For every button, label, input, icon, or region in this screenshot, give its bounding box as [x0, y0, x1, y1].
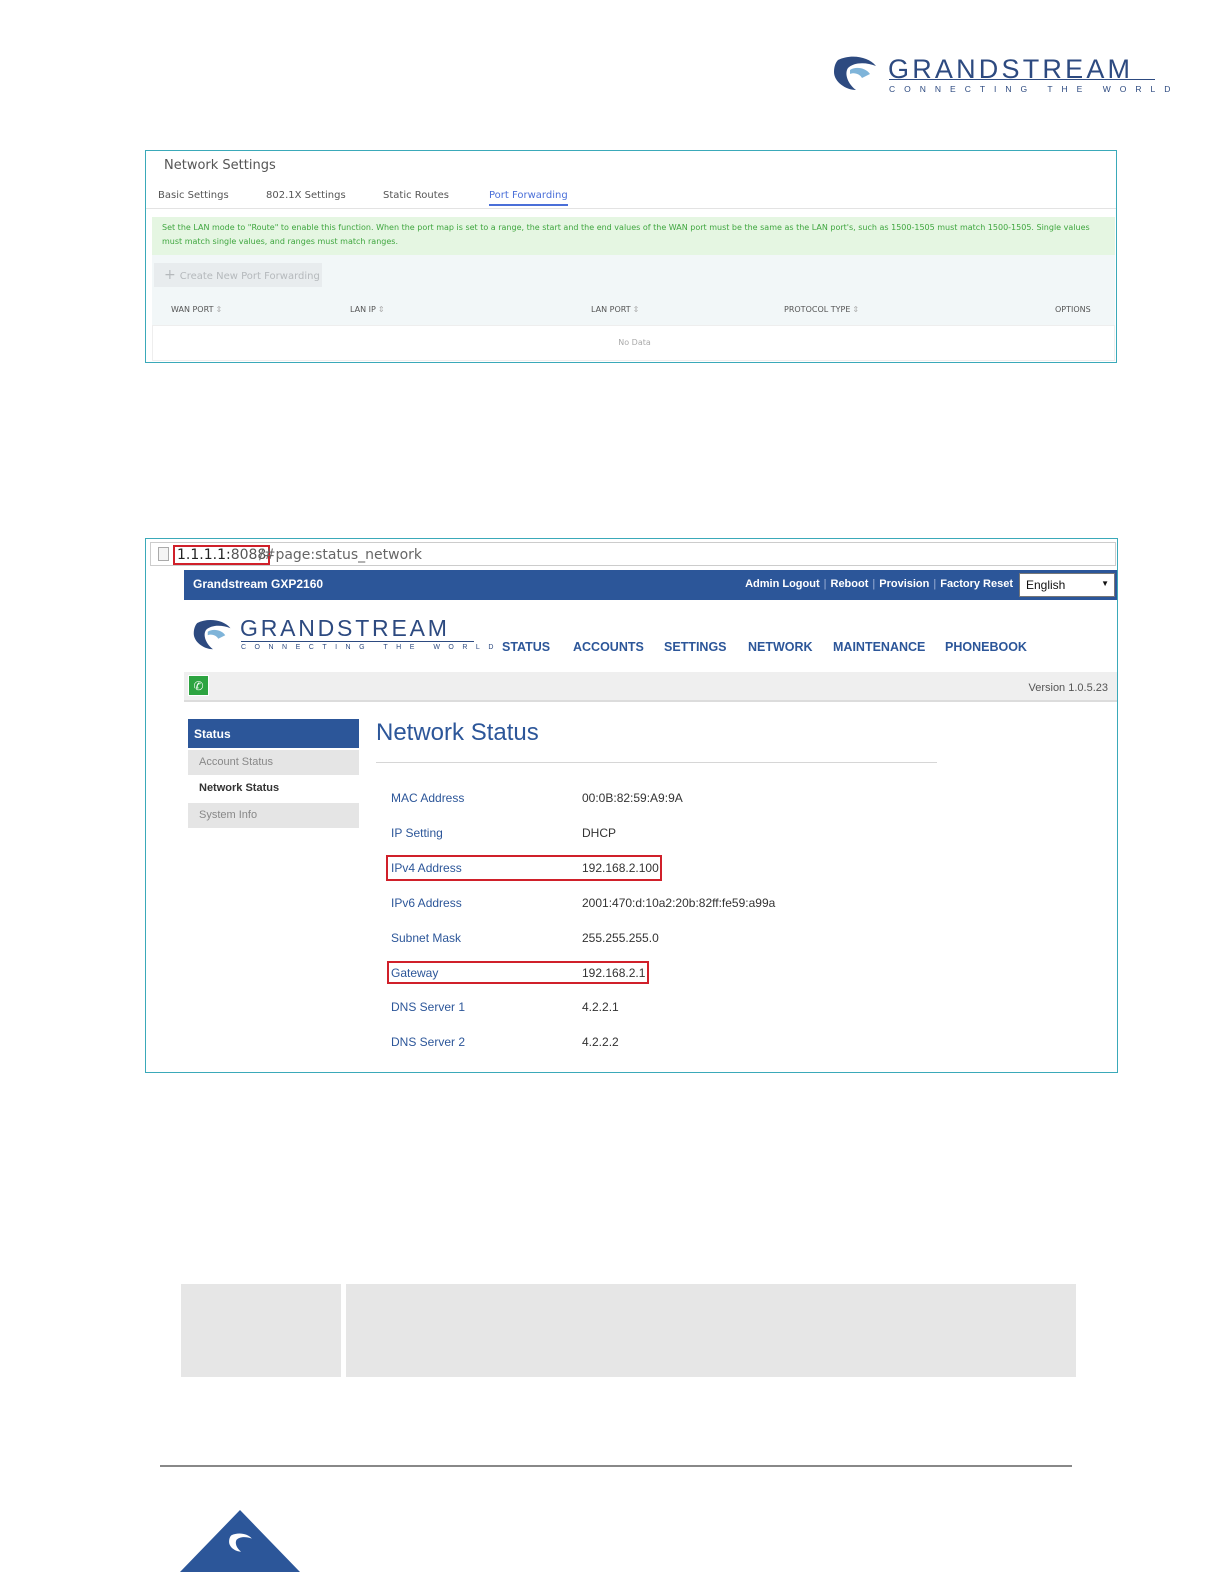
- column-header-wan-port[interactable]: WAN PORT ⇕: [171, 305, 222, 314]
- gxp-logo: GRANDSTREAM CONNECTING THE WORLD: [192, 615, 493, 661]
- sidebar-item-network-status[interactable]: Network Status: [188, 776, 359, 801]
- sort-icon[interactable]: ⇕: [633, 305, 640, 314]
- tab-port-forwarding[interactable]: Port Forwarding: [489, 190, 568, 206]
- label-ipv4-address: IPv4 Address: [391, 861, 462, 875]
- logo-wordmark: GRANDSTREAM: [888, 54, 1134, 84]
- title-divider: [376, 762, 937, 763]
- label-dns-server-1: DNS Server 1: [391, 1000, 466, 1014]
- value-subnet-mask: 255.255.255.0: [582, 931, 659, 945]
- label-subnet-mask: Subnet Mask: [391, 931, 462, 945]
- nav-maintenance[interactable]: MAINTENANCE: [833, 640, 925, 654]
- value-ip-setting: DHCP: [582, 826, 617, 840]
- reboot-link[interactable]: Reboot: [831, 578, 869, 590]
- device-model: Grandstream GXP2160: [193, 577, 324, 591]
- tab-basic-settings[interactable]: Basic Settings: [158, 190, 229, 201]
- sort-icon[interactable]: ⇕: [378, 305, 385, 314]
- network-settings-title: Network Settings: [164, 158, 276, 173]
- route-mode-notice: Set the LAN mode to "Route" to enable th…: [152, 217, 1115, 255]
- value-gateway: 192.168.2.1: [582, 966, 646, 980]
- language-select[interactable]: English ▼: [1019, 573, 1115, 597]
- address-host-highlight: 1.1.1.1:8088: [173, 545, 271, 565]
- column-label: LAN PORT: [591, 305, 631, 314]
- plus-icon: +: [164, 267, 176, 283]
- logo-underline: [241, 641, 474, 642]
- nav-accounts[interactable]: ACCOUNTS: [573, 640, 644, 654]
- logo-tagline: CONNECTING THE WORLD: [889, 84, 1180, 94]
- column-header-options: OPTIONS: [1055, 305, 1091, 314]
- address-hash: /#page:status_network: [259, 547, 423, 563]
- admin-logout-link[interactable]: Admin Logout: [745, 578, 820, 590]
- create-button-label: Create New Port Forwarding: [179, 271, 320, 282]
- value-ipv4-address: 192.168.2.100: [582, 861, 659, 875]
- no-data-text: No Data: [618, 338, 651, 347]
- value-dns-server-1: 4.2.2.1: [582, 1000, 619, 1014]
- sidebar-item-account-status[interactable]: Account Status: [188, 750, 359, 775]
- nav-network[interactable]: NETWORK: [748, 640, 813, 654]
- table-cell-right: [346, 1284, 1076, 1377]
- network-status-screenshot: 1.1.1.1:8088 /#page:status_network Grand…: [145, 538, 1118, 1073]
- page-icon: [158, 547, 169, 561]
- logo-tagline: CONNECTING THE WORLD: [241, 644, 502, 651]
- column-label: LAN IP: [350, 305, 376, 314]
- logo-underline: [889, 79, 1155, 80]
- sort-icon[interactable]: ⇕: [215, 305, 222, 314]
- tab-8021x-settings[interactable]: 802.1X Settings: [266, 190, 346, 201]
- port-forwarding-panel: + Create New Port Forwarding WAN PORT ⇕ LA…: [152, 255, 1115, 361]
- phone-icon: ✆: [188, 675, 209, 696]
- value-dns-server-2: 4.2.2.2: [582, 1035, 619, 1049]
- label-ip-setting: IP Setting: [391, 826, 443, 840]
- nav-status[interactable]: STATUS: [502, 640, 550, 654]
- label-gateway: Gateway: [391, 966, 439, 980]
- column-header-lan-port[interactable]: LAN PORT ⇕: [591, 305, 639, 314]
- grandstream-header-logo: GRANDSTREAM CONNECTING THE WORLD: [832, 52, 1170, 102]
- nav-settings[interactable]: SETTINGS: [664, 640, 727, 654]
- grandstream-swoosh-icon: [834, 56, 876, 90]
- table-cell-left: [181, 1284, 341, 1377]
- network-settings-screenshot: Network Settings Basic Settings 802.1X S…: [145, 150, 1117, 363]
- settings-tabs: Basic Settings 802.1X Settings Static Ro…: [146, 187, 1116, 209]
- label-dns-server-2: DNS Server 2: [391, 1035, 466, 1049]
- gxp-top-bar: Grandstream GXP2160 Admin Logout | Reboot |…: [184, 570, 1117, 600]
- column-label: PROTOCOL TYPE: [784, 305, 851, 314]
- grandstream-swoosh-icon: [229, 1533, 252, 1552]
- nav-phonebook[interactable]: PHONEBOOK: [945, 640, 1027, 654]
- value-ipv6-address: 2001:470:d:10a2:20b:82ff:fe59:a99a: [582, 896, 776, 910]
- language-value: English: [1026, 578, 1066, 592]
- chevron-down-icon: ▼: [1101, 579, 1109, 588]
- sort-icon[interactable]: ⇕: [852, 305, 859, 314]
- firmware-version: Version 1.0.5.23: [1028, 682, 1108, 694]
- top-links: Admin Logout | Reboot | Provision | Factory Re…: [745, 578, 1013, 590]
- status-bar: ✆ Version 1.0.5.23: [184, 672, 1117, 702]
- link-separator: |: [823, 578, 827, 590]
- grandstream-swoosh-icon: [193, 620, 231, 650]
- link-separator: |: [933, 578, 937, 590]
- link-separator: |: [872, 578, 876, 590]
- label-ipv6-address: IPv6 Address: [391, 896, 462, 910]
- sidebar-item-system-info[interactable]: System Info: [188, 803, 359, 828]
- factory-reset-link[interactable]: Factory Reset: [940, 578, 1013, 590]
- create-port-forwarding-button[interactable]: + Create New Port Forwarding: [154, 263, 322, 287]
- logo-wordmark: GRANDSTREAM: [240, 615, 450, 641]
- page-title: Network Status: [376, 719, 539, 746]
- provision-link[interactable]: Provision: [879, 578, 929, 590]
- footer-divider: [160, 1465, 1072, 1467]
- value-mac-address: 00:0B:82:59:A9:9A: [582, 791, 683, 805]
- column-header-lan-ip[interactable]: LAN IP ⇕: [350, 305, 385, 314]
- browser-address-bar[interactable]: 1.1.1.1:8088 /#page:status_network: [150, 542, 1116, 566]
- label-mac-address: MAC Address: [391, 791, 465, 805]
- address-host: 1.1.1.1:: [177, 547, 231, 563]
- sidebar-header-status[interactable]: Status: [188, 719, 359, 748]
- column-label: WAN PORT: [171, 305, 214, 314]
- port-forwarding-table-body: No Data: [152, 325, 1115, 361]
- column-header-protocol-type[interactable]: PROTOCOL TYPE ⇕: [784, 305, 859, 314]
- tab-static-routes[interactable]: Static Routes: [383, 190, 449, 201]
